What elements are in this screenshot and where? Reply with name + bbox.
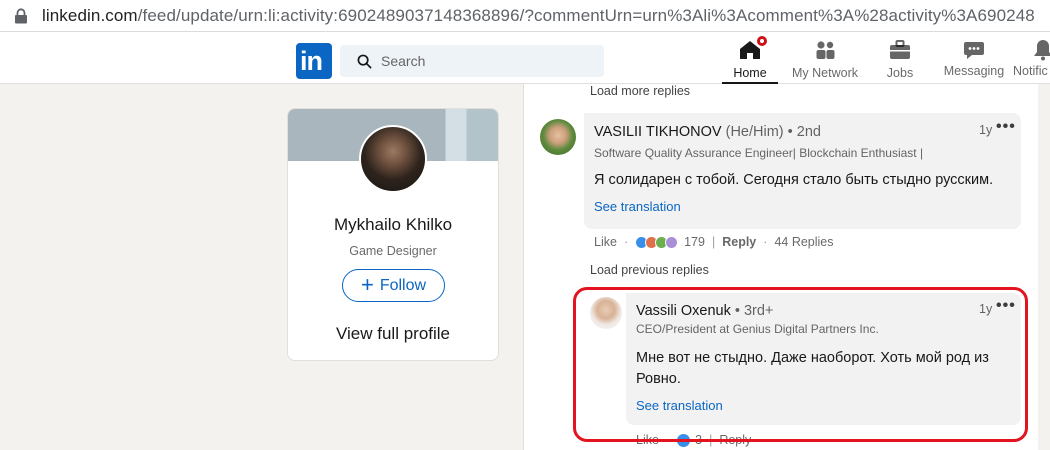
comment-text: Я солидарен с тобой. Сегодня стало быть …	[594, 172, 994, 188]
comment-author-avatar[interactable]	[540, 119, 576, 155]
nav-jobs[interactable]: Jobs	[876, 38, 924, 84]
view-full-profile-link[interactable]: View full profile	[288, 324, 498, 344]
plus-icon: +	[360, 271, 374, 297]
more-options-icon[interactable]: •••	[996, 118, 1016, 136]
follow-label: Follow	[379, 276, 427, 294]
nav-home[interactable]: Home	[722, 34, 778, 84]
people-icon	[813, 38, 837, 62]
load-more-replies-link[interactable]: Load more replies	[590, 84, 690, 98]
profile-name[interactable]: Mykhailo Khilko	[288, 215, 498, 235]
profile-headline: Game Designer	[349, 244, 437, 258]
briefcase-icon	[888, 38, 912, 62]
profile-photo[interactable]	[359, 125, 427, 193]
messaging-icon	[962, 38, 986, 62]
linkedin-logo[interactable]: in	[296, 43, 332, 79]
profile-card: Mykhailo Khilko Game Designer + Follow V…	[287, 108, 499, 361]
comment-actions: Like · 179 | Reply · 44 Replies	[594, 234, 834, 250]
nav-messaging-label: Messaging	[943, 64, 1005, 78]
top-nav: in Home My Network Jobs Messaging	[0, 32, 1050, 84]
reactions-icons[interactable]	[635, 235, 679, 249]
insightful-reaction-icon	[665, 235, 679, 249]
lock-icon	[15, 7, 27, 23]
comment-author-headline: Software Quality Assurance Engineer| Blo…	[594, 146, 924, 160]
search-icon	[357, 54, 372, 68]
nav-jobs-label: Jobs	[886, 66, 914, 80]
nav-notifications[interactable]: Notific	[1013, 38, 1050, 84]
search-input[interactable]	[381, 53, 581, 69]
bell-icon	[1031, 38, 1050, 62]
highlight-annotation	[573, 287, 1028, 442]
comment-author-name[interactable]: VASILII TIKHONOV	[594, 124, 722, 140]
home-icon	[738, 34, 769, 62]
comment-author-line: VASILII TIKHONOV (He/Him) • 2nd	[594, 124, 821, 140]
comment-author-pronouns: (He/Him)	[725, 124, 784, 140]
load-previous-replies-link[interactable]: Load previous replies	[590, 263, 709, 277]
action-separator: ·	[763, 235, 768, 249]
nav-my-network[interactable]: My Network	[788, 38, 862, 84]
nav-home-label: Home	[733, 66, 767, 80]
action-separator: ·	[623, 235, 629, 249]
reaction-count[interactable]: 179	[684, 235, 705, 249]
search-box[interactable]	[340, 45, 604, 77]
connection-degree: • 2nd	[787, 124, 821, 140]
action-separator: |	[711, 235, 716, 249]
comment-timestamp: 1y	[979, 123, 993, 137]
browser-address-bar[interactable]: linkedin.com/feed/update/urn:li:activity…	[0, 0, 1050, 32]
reply-button[interactable]: Reply	[722, 235, 756, 249]
see-translation-link[interactable]: See translation	[594, 199, 681, 214]
replies-count[interactable]: 44 Replies	[774, 235, 833, 249]
url-text[interactable]: linkedin.com/feed/update/urn:li:activity…	[42, 6, 1035, 26]
url-host: linkedin.com	[42, 5, 138, 25]
nav-my-network-label: My Network	[792, 66, 858, 80]
nav-messaging[interactable]: Messaging	[942, 38, 1006, 84]
notification-badge	[755, 34, 769, 48]
follow-button[interactable]: + Follow	[342, 269, 445, 302]
like-button[interactable]: Like	[594, 235, 617, 249]
url-path: /feed/update/urn:li:activity:69024890371…	[137, 5, 1035, 25]
nav-notifications-label: Notific	[1013, 64, 1048, 78]
